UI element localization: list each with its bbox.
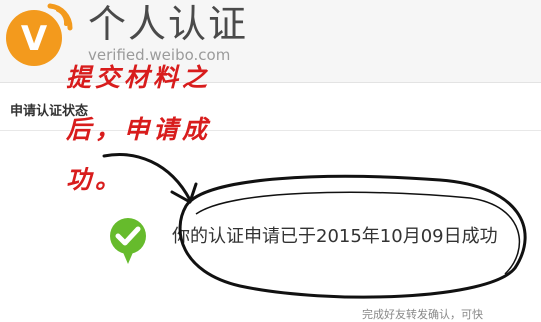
ink-arrow-head [170, 182, 198, 204]
annotation-line-3: 功。 [66, 165, 125, 194]
logo-letter: V [21, 19, 48, 59]
annotation-line-1: 提交材料之 [66, 63, 212, 92]
check-circle-icon [110, 218, 146, 264]
annotation-line-2: 后，申请成 [66, 115, 212, 144]
footer-hint: 完成好友转发确认，可快 [362, 308, 483, 321]
page-title: 个人认证 [88, 2, 249, 46]
verification-status-message: 你的认证申请已于2015年10月09日成功 [172, 226, 498, 247]
